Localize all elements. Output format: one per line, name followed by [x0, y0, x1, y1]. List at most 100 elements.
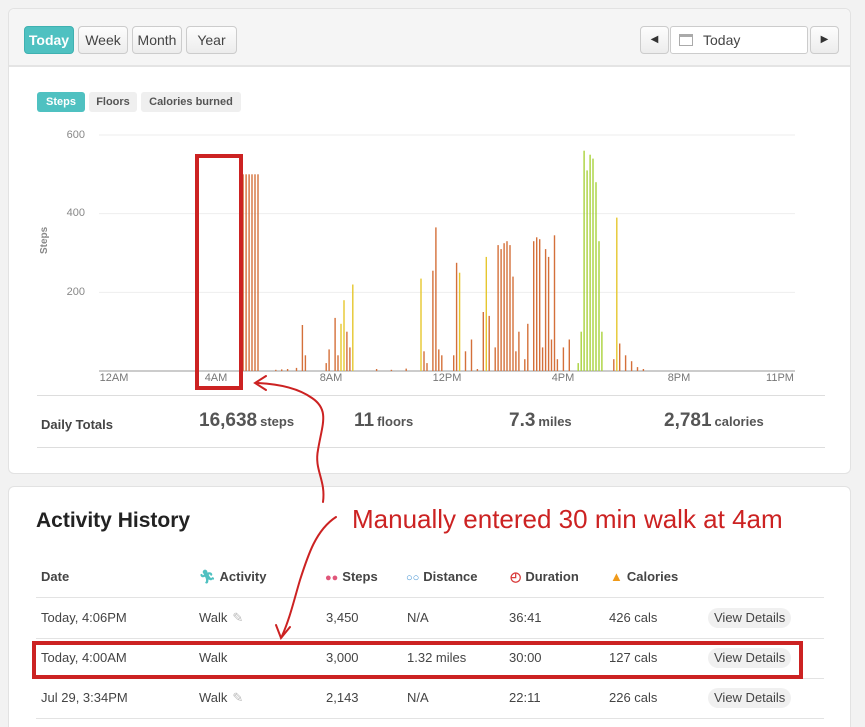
- prev-day-button[interactable]: ◀: [640, 26, 669, 54]
- chart-bar: [435, 227, 437, 371]
- x-tick-label: 8AM: [319, 372, 343, 384]
- next-day-button[interactable]: ▶: [810, 26, 839, 54]
- chart-bar: [533, 241, 535, 371]
- range-today-button[interactable]: Today: [24, 26, 74, 54]
- total-floors-value: 11: [354, 410, 375, 431]
- divider: [37, 447, 825, 448]
- row-steps: 2,143: [326, 690, 359, 705]
- chart-bar: [254, 174, 256, 371]
- row-calories: 426 cals: [609, 610, 658, 625]
- chart-bar: [500, 249, 502, 371]
- range-month-button[interactable]: Month: [132, 26, 182, 54]
- chart-bar: [601, 331, 603, 371]
- chart-bar: [515, 351, 517, 371]
- chart-bar: [464, 351, 467, 371]
- chart-bar: [642, 369, 645, 371]
- chart-bar: [488, 315, 490, 371]
- chart-bar: [589, 154, 591, 371]
- chart-bar: [340, 323, 342, 371]
- chart-bar: [497, 245, 499, 371]
- view-details-button[interactable]: View Details: [708, 608, 792, 628]
- activity-history-title: Activity History: [36, 509, 191, 532]
- total-calories-value: 2,781: [664, 410, 712, 431]
- total-calories: 2,781 calories: [664, 410, 764, 432]
- chart-bar: [630, 361, 633, 371]
- chart-bar: [375, 369, 378, 371]
- chart-bar: [251, 174, 253, 371]
- chart-bar: [485, 256, 487, 371]
- chart-bar: [301, 325, 304, 371]
- y-tick-label: 400: [66, 207, 85, 219]
- flame-icon: ▲: [610, 569, 623, 584]
- chart-bar: [257, 174, 259, 371]
- chart-bar: [328, 349, 330, 371]
- chart-bar: [349, 347, 351, 371]
- chart-bar: [553, 235, 556, 371]
- chart-bar: [295, 367, 298, 371]
- column-header-activity: 🏃︎ Activity: [199, 569, 266, 585]
- row-distance: N/A: [407, 610, 429, 625]
- chart-bar: [536, 237, 538, 371]
- footprints-icon: ●●: [325, 572, 339, 584]
- annotation-text: Manually entered 30 min walk at 4am: [352, 504, 783, 534]
- tab-calories-burned[interactable]: Calories burned: [141, 92, 241, 112]
- row-steps: 3,450: [326, 610, 359, 625]
- chart-bar: [518, 331, 520, 371]
- total-floors-unit: floors: [377, 414, 414, 429]
- annotation-highlight-box: [32, 641, 803, 679]
- distance-icon: ○○: [406, 572, 420, 584]
- date-picker-value: Today: [703, 32, 741, 48]
- chart-bar: [541, 347, 544, 371]
- y-tick-label: 600: [66, 129, 85, 141]
- chart-bar: [592, 158, 594, 371]
- chart-bar: [390, 369, 393, 371]
- range-week-button[interactable]: Week: [78, 26, 128, 54]
- date-picker-field[interactable]: Today: [670, 26, 808, 54]
- chart-bar: [476, 369, 479, 371]
- row-activity: Walk ✎: [199, 610, 243, 626]
- chart-bar: [580, 331, 582, 371]
- chart-bar: [352, 284, 354, 371]
- chart-bar: [453, 355, 455, 371]
- chart-bar: [325, 363, 327, 371]
- y-tick-label: 200: [66, 286, 85, 298]
- chart-bar: [506, 241, 508, 371]
- chart-bar: [286, 369, 289, 371]
- pencil-icon[interactable]: ✎: [232, 690, 243, 706]
- chart-bar: [420, 278, 422, 371]
- chart-bar: [613, 359, 615, 371]
- chart-bar: [405, 368, 407, 371]
- chart-bar: [577, 363, 579, 371]
- chart-bar: [423, 351, 425, 371]
- total-steps-value: 16,638: [199, 410, 258, 431]
- column-header-duration-label: Duration: [525, 569, 579, 584]
- chart-bar: [547, 256, 550, 371]
- tab-floors[interactable]: Floors: [89, 92, 137, 112]
- pencil-icon[interactable]: ✎: [232, 610, 243, 626]
- chart-bar: [248, 174, 250, 371]
- tab-steps[interactable]: Steps: [37, 92, 85, 112]
- row-date: Jul 29, 3:34PM: [41, 690, 128, 705]
- total-miles-value: 7.3: [509, 410, 536, 431]
- stopwatch-icon: ◴: [510, 569, 522, 584]
- row-activity: Walk ✎: [199, 690, 243, 706]
- chevron-right-icon: ▶: [820, 34, 829, 45]
- total-calories-unit: calories: [714, 414, 764, 429]
- chart-bar: [343, 300, 345, 371]
- chart-bar: [568, 339, 570, 371]
- chart-bar: [509, 245, 511, 371]
- chart-bar: [562, 347, 565, 371]
- column-header-duration: ◴ Duration: [510, 569, 579, 585]
- row-duration: 22:11: [509, 690, 541, 705]
- total-steps-unit: steps: [260, 414, 295, 429]
- range-year-button[interactable]: Year: [186, 26, 237, 54]
- view-details-button[interactable]: View Details: [708, 688, 792, 708]
- annotation-highlight-box: [195, 154, 243, 390]
- row-distance: N/A: [407, 690, 429, 705]
- chart-bar: [636, 367, 639, 371]
- total-floors: 11 floors: [354, 410, 413, 432]
- divider: [36, 638, 824, 639]
- chart-bar: [624, 355, 627, 371]
- total-miles-unit: miles: [538, 414, 572, 429]
- chart-bar: [458, 272, 461, 371]
